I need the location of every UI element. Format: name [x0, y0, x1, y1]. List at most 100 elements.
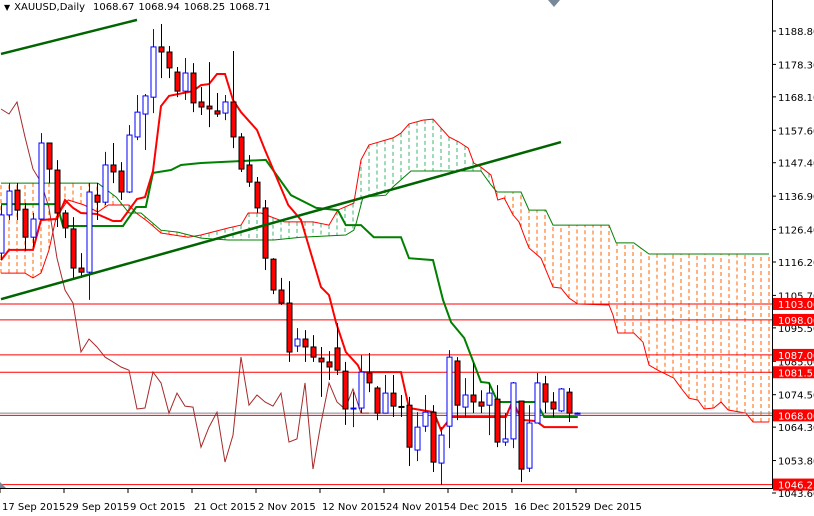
level-price-label: 1081.55 — [778, 368, 814, 379]
price-axis[interactable]: 1188.80 1178.30 1168.10 1157.60 1147.40 1136.… — [772, 27, 814, 500]
candle — [366, 353, 373, 393]
candle-body — [46, 142, 53, 170]
candle — [118, 162, 125, 200]
high-value: 1068.94 — [138, 2, 180, 13]
candle — [438, 427, 445, 486]
candle — [86, 183, 93, 300]
candle-body — [230, 101, 237, 138]
candle — [238, 133, 245, 172]
candle — [286, 281, 293, 362]
y-tick-label: 1126.40 — [778, 226, 814, 237]
candle — [510, 381, 517, 449]
candle-body — [374, 387, 381, 414]
candle — [294, 328, 301, 353]
close-value: 1068.71 — [229, 2, 271, 13]
candle-body — [462, 394, 469, 408]
candle — [206, 62, 213, 128]
candle — [382, 374, 389, 414]
candle-body — [334, 347, 341, 371]
candle-body — [414, 426, 421, 451]
candle-body — [222, 101, 229, 114]
candle — [110, 143, 117, 184]
candle-body — [86, 191, 93, 273]
candle-body — [326, 361, 333, 368]
chart-shift-marker-icon[interactable] — [548, 0, 560, 7]
candle-body — [182, 72, 189, 92]
candle-body — [534, 382, 541, 424]
candle — [390, 374, 397, 417]
x-tick-label: 29 Dec 2015 — [578, 502, 642, 513]
candle-body — [558, 388, 565, 412]
candle-body — [254, 181, 261, 209]
triangle-down-icon[interactable]: ▼ — [4, 3, 10, 12]
candle-body — [126, 134, 133, 193]
y-tick-label: 1064.30 — [778, 423, 814, 434]
open-value: 1068.67 — [93, 2, 135, 13]
candle — [198, 87, 205, 115]
trendlines[interactable] — [0, 18, 562, 301]
candle-body — [174, 71, 181, 92]
candle-body — [406, 404, 413, 448]
candle-body — [566, 391, 573, 414]
candle — [446, 350, 453, 449]
candle — [38, 133, 45, 220]
candle — [486, 382, 493, 436]
candle-body — [198, 101, 205, 108]
time-axis[interactable]: 17 Sep 2015 29 Sep 2015 9 Oct 2015 21 Oct 2… — [0, 488, 642, 513]
candle-body — [286, 302, 293, 353]
x-tick-label: 17 Sep 2015 — [2, 502, 65, 513]
candle — [534, 373, 541, 424]
x-tick-label: 12 Nov 2015 — [322, 502, 386, 513]
x-tick-label: 2 Nov 2015 — [258, 502, 316, 513]
x-tick-label: 29 Sep 2015 — [66, 502, 129, 513]
candle — [142, 94, 149, 150]
candle — [278, 277, 285, 305]
candle-body — [30, 218, 37, 238]
candle-body — [166, 51, 173, 69]
y-tick-label: 1188.80 — [778, 27, 814, 38]
candle — [174, 66, 181, 98]
candle-body — [38, 142, 45, 220]
candle — [574, 412, 581, 415]
candle-body — [278, 289, 285, 304]
candle-body — [206, 105, 213, 110]
candle-body — [382, 392, 389, 414]
candle — [254, 177, 261, 213]
candle — [398, 395, 405, 417]
candle — [422, 395, 429, 432]
candle-body — [238, 136, 245, 170]
upper-channel-trendline[interactable] — [0, 18, 138, 56]
y-tick-label: 1157.60 — [778, 126, 814, 137]
candle-body — [422, 411, 429, 427]
candle-body — [62, 212, 69, 229]
candle — [22, 203, 29, 251]
candle — [470, 363, 477, 414]
candle — [150, 29, 157, 114]
level-price-label: 1103.00 — [778, 300, 814, 311]
candle-body — [214, 110, 221, 115]
candle-body — [6, 190, 13, 216]
candle-body — [454, 360, 461, 406]
candle — [166, 45, 173, 79]
candle — [134, 94, 141, 141]
candle-body — [350, 407, 357, 410]
x-tick-label: 21 Oct 2015 — [194, 502, 256, 513]
candle-body — [486, 392, 493, 406]
y-tick-label: 1168.10 — [778, 93, 814, 104]
candle — [270, 258, 277, 295]
candle — [302, 330, 309, 362]
candle-body — [342, 370, 349, 410]
candle — [350, 392, 357, 428]
lower-channel-trendline[interactable] — [0, 140, 562, 301]
candle — [230, 51, 237, 149]
candle-body — [358, 371, 365, 409]
candle-body — [270, 258, 277, 291]
candle-body — [550, 401, 557, 410]
candle-body — [118, 170, 125, 193]
candle — [190, 63, 197, 113]
candle-body — [142, 95, 149, 115]
candle — [502, 413, 509, 446]
price-chart[interactable]: 1188.80 1178.30 1168.10 1157.60 1147.40 1136.… — [0, 0, 814, 516]
candle-body — [518, 400, 525, 470]
level-price-label: 1046.25 — [778, 481, 814, 492]
